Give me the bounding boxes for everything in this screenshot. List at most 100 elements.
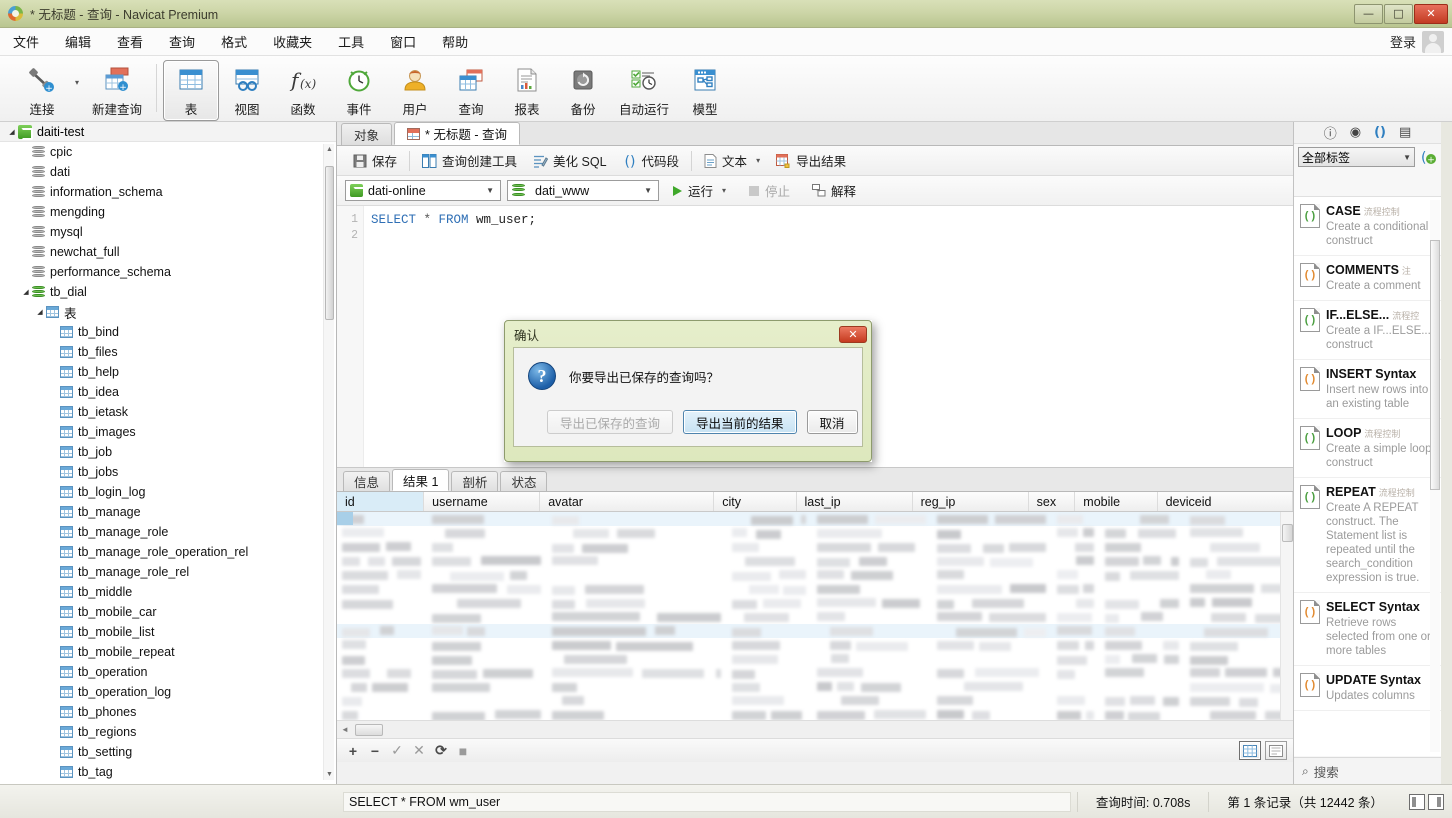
menu-item-format[interactable]: 格式 — [208, 28, 260, 55]
sidebar-scrollbar[interactable]: ▲ ▼ — [323, 144, 334, 780]
table-row[interactable] — [337, 624, 1280, 638]
tree-item-tb_operation_log[interactable]: tb_operation_log — [0, 682, 336, 702]
toolbar-function-button[interactable]: f (x) 函数 — [275, 60, 331, 121]
selected-cell[interactable] — [337, 512, 353, 525]
beautify-sql-button[interactable]: 美化 SQL — [525, 148, 615, 173]
table-row[interactable] — [337, 540, 1280, 554]
table-row[interactable] — [337, 526, 1280, 540]
snippet-search-row[interactable]: ⌕ 搜索 — [1294, 757, 1441, 784]
menu-item-view[interactable]: 查看 — [104, 28, 156, 55]
info-icon[interactable]: ⓘ — [1324, 123, 1337, 142]
chevron-down-icon[interactable]: ▾ — [70, 78, 84, 87]
table-row[interactable] — [337, 652, 1280, 666]
add-snippet-icon[interactable]: (+ — [1419, 148, 1437, 166]
tab-query[interactable]: * 无标题 - 查询 — [394, 122, 520, 145]
database-select[interactable]: dati_www ▼ — [507, 180, 659, 201]
tab-status[interactable]: 状态 — [500, 471, 548, 491]
table-row[interactable] — [337, 694, 1280, 708]
tree-item-tb_files[interactable]: tb_files — [0, 342, 336, 362]
menu-item-file[interactable]: 文件 — [0, 28, 52, 55]
tree-item-cpic[interactable]: cpic — [0, 142, 336, 162]
toolbar-view-button[interactable]: 视图 — [219, 60, 275, 121]
toolbar-table-button[interactable]: 表 — [163, 60, 220, 121]
save-button[interactable]: 保存 — [345, 148, 405, 173]
form-view-icon[interactable] — [1265, 741, 1287, 760]
tree-item-newchat_full[interactable]: newchat_full — [0, 242, 336, 262]
collapse-triangle-icon[interactable]: ◢ — [34, 308, 46, 316]
collapse-triangle-icon[interactable]: ◢ — [20, 288, 32, 296]
grid-body[interactable] — [337, 512, 1280, 720]
cancel-icon[interactable]: ✕ — [409, 742, 429, 760]
table-row[interactable] — [337, 582, 1280, 596]
tree-item-tb_login_log[interactable]: tb_login_log — [0, 482, 336, 502]
table-row[interactable] — [337, 708, 1280, 720]
tree-item-tb_bind[interactable]: tb_bind — [0, 322, 336, 342]
snippet-item[interactable]: ( ) IF...ELSE... 流程控 Create a IF...ELSE... … — [1294, 301, 1441, 360]
snippet-item[interactable]: ( ) COMMENTS 注 Create a comment — [1294, 256, 1441, 301]
snippet-item[interactable]: ( ) REPEAT 流程控制 Create A REPEAT construct. … — [1294, 478, 1441, 593]
grid-column-header-deviceid[interactable]: deviceid — [1158, 492, 1293, 511]
menu-item-help[interactable]: 帮助 — [429, 28, 481, 55]
menu-item-window[interactable]: 窗口 — [377, 28, 429, 55]
result-grid[interactable]: id username avatar city last_ip reg_ip sex mobi… — [337, 492, 1293, 720]
tree-item-dati[interactable]: dati — [0, 162, 336, 182]
code-paren-icon[interactable]: () — [1374, 125, 1386, 140]
minimize-button[interactable]: — — [1354, 3, 1383, 24]
toolbar-report-button[interactable]: 报表 — [499, 60, 555, 121]
explain-button[interactable]: 解释 — [804, 178, 864, 203]
code-snippet-button[interactable]: () 代码段 — [615, 148, 688, 173]
tree-item-tb_idea[interactable]: tb_idea — [0, 382, 336, 402]
tree-item-tb_tag[interactable]: tb_tag — [0, 762, 336, 782]
grid-column-header-last_ip[interactable]: last_ip — [797, 492, 913, 511]
connection-select[interactable]: dati-online ▼ — [345, 180, 501, 201]
chevron-down-icon[interactable]: ▾ — [756, 156, 760, 165]
tree-root-connection[interactable]: ◢ daiti-test — [0, 122, 336, 142]
export-current-result-button[interactable]: 导出当前的结果 — [683, 410, 797, 434]
text-button[interactable]: 文本 ▾ — [696, 148, 768, 173]
chevron-down-icon[interactable]: ▼ — [480, 186, 497, 195]
toolbar-automation-button[interactable]: 自动运行 — [611, 60, 677, 121]
database-tree-sidebar[interactable]: ◢ daiti-test cpic dati information_schema m… — [0, 122, 337, 784]
tree-item-tb_manage_role[interactable]: tb_manage_role — [0, 522, 336, 542]
toolbar-query-button[interactable]: 查询 — [443, 60, 499, 121]
chevron-down-icon[interactable]: ▼ — [638, 186, 655, 195]
tree-item-tb_mobile_list[interactable]: tb_mobile_list — [0, 622, 336, 642]
tree-item-tb_mobile_car[interactable]: tb_mobile_car — [0, 602, 336, 622]
table-row[interactable] — [337, 638, 1280, 652]
tree-item-tb_dial[interactable]: ◢ tb_dial — [0, 282, 336, 302]
preview-eye-icon[interactable]: ◉ — [1350, 125, 1361, 140]
maximize-button[interactable]: □ — [1384, 3, 1413, 24]
tree-item-tb_images[interactable]: tb_images — [0, 422, 336, 442]
scrollbar-thumb[interactable] — [1430, 240, 1440, 490]
tab-profile[interactable]: 剖析 — [451, 471, 499, 491]
tab-message[interactable]: 信息 — [343, 471, 391, 491]
grid-column-header-reg_ip[interactable]: reg_ip — [913, 492, 1029, 511]
grid-column-header-id[interactable]: id — [337, 492, 425, 511]
avatar[interactable] — [1422, 30, 1444, 53]
cancel-button[interactable]: 取消 — [806, 410, 858, 434]
menu-item-edit[interactable]: 编辑 — [52, 28, 104, 55]
tree-item-tb_job[interactable]: tb_job — [0, 442, 336, 462]
panel-right-toggle-icon[interactable] — [1428, 793, 1444, 810]
table-row[interactable] — [337, 512, 1280, 526]
snippet-item[interactable]: ( ) INSERT Syntax Insert new rows into an … — [1294, 360, 1441, 419]
tree-item-mengding[interactable]: mengding — [0, 202, 336, 222]
table-row[interactable] — [337, 596, 1280, 610]
tree-item-tb_manage_role_rel[interactable]: tb_manage_role_rel — [0, 562, 336, 582]
toolbar-user-button[interactable]: 用户 — [387, 60, 443, 121]
tree-item-information_schema[interactable]: information_schema — [0, 182, 336, 202]
tab-result-1[interactable]: 结果 1 — [392, 469, 450, 491]
run-button[interactable]: 运行 ▾ — [665, 178, 734, 203]
delete-record-icon[interactable]: − — [365, 742, 385, 760]
toolbar-event-button[interactable]: 事件 — [331, 60, 387, 121]
tree-item--[interactable]: ◢ 表 — [0, 302, 336, 322]
grid-column-header-city[interactable]: city — [714, 492, 797, 511]
tree-item-tb_mobile_repeat[interactable]: tb_mobile_repeat — [0, 642, 336, 662]
table-row[interactable] — [337, 680, 1280, 694]
scroll-left-icon[interactable]: ◄ — [337, 725, 349, 734]
scroll-up-icon[interactable]: ▲ — [325, 144, 334, 155]
chevron-down-icon[interactable]: ▼ — [1403, 153, 1411, 162]
scrollbar-thumb[interactable] — [355, 724, 383, 736]
chevron-down-icon[interactable]: ▾ — [722, 186, 726, 195]
menu-item-tools[interactable]: 工具 — [325, 28, 377, 55]
